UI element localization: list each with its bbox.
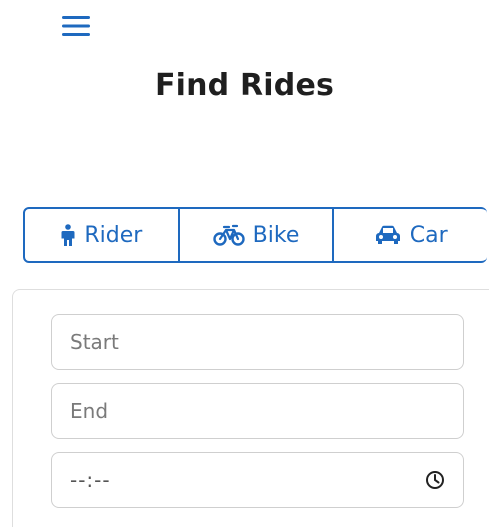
bike-mode-button[interactable]: Bike [177, 207, 335, 263]
rider-mode-label: Rider [84, 222, 143, 248]
bike-mode-label: Bike [252, 222, 300, 248]
car-mode-button[interactable]: Car [332, 207, 488, 263]
person-icon [61, 224, 75, 246]
hamburger-menu-icon [62, 16, 90, 36]
clock-icon[interactable] [425, 470, 445, 490]
page-title: Find Rides [154, 68, 335, 103]
ride-mode-selector: Rider Bike Car [23, 207, 488, 263]
menu-button[interactable] [58, 8, 94, 44]
end-input[interactable] [51, 383, 464, 439]
car-mode-label: Car [409, 222, 448, 248]
start-input[interactable] [51, 314, 464, 370]
time-input[interactable]: --:-- [51, 452, 464, 508]
time-value: --:-- [70, 468, 111, 492]
bicycle-icon [212, 224, 245, 246]
rider-mode-button[interactable]: Rider [23, 207, 180, 263]
find-rides-page: Find Rides Rider Bike Car Start End --:-… [0, 0, 489, 527]
car-icon [375, 225, 400, 244]
